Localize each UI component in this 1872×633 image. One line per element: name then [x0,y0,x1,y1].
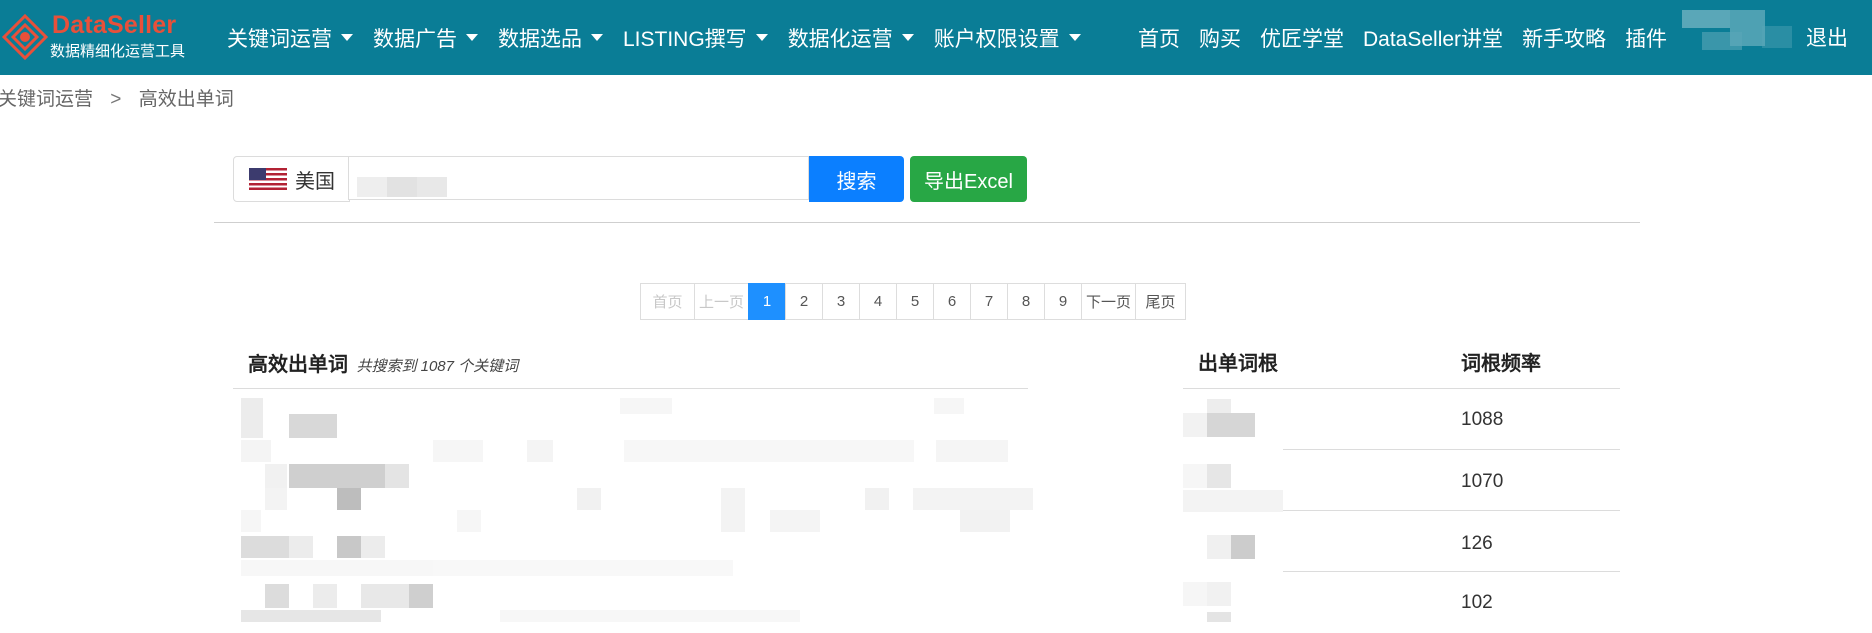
section-divider [214,222,1640,223]
main-menu: 关键词运营 数据广告 数据选品 LISTING撰写 数据化运营 账户权限设置 [227,0,1101,75]
brand-logo[interactable]: DataSeller 数据精细化运营工具 [0,8,185,68]
brand-tagline: 数据精细化运营工具 [50,43,186,60]
page-next[interactable]: 下一页 [1081,283,1136,320]
col-root-header: 出单词根 [1198,353,1278,375]
header-links: 首页 购买 优匠学堂 DataSeller讲堂 新手攻略 插件 [1138,0,1686,75]
menu-data-ads[interactable]: 数据广告 [373,23,478,53]
caret-down-icon [591,34,603,41]
breadcrumb: 关键词运营 > 高效出单词 [0,84,234,111]
menu-label: 数据化运营 [787,27,893,51]
page-3[interactable]: 3 [822,283,860,320]
menu-label: LISTING撰写 [623,27,747,51]
country-selector[interactable]: 美国 [233,156,350,202]
link-dataseller-lectures[interactable]: DataSeller讲堂 [1363,23,1503,53]
table-row: 102 [1183,572,1620,633]
table-row: 1088 [1183,389,1620,450]
page-first[interactable]: 首页 [640,283,695,320]
us-flag-icon [249,168,287,190]
page-1[interactable]: 1 [748,283,786,320]
brand-name: DataSeller [52,11,177,39]
country-label: 美国 [295,170,335,193]
breadcrumb-parent[interactable]: 关键词运营 [0,89,93,110]
caret-down-icon [341,34,353,41]
link-home[interactable]: 首页 [1138,23,1180,53]
link-buy[interactable]: 购买 [1199,23,1241,53]
keyword-search-input[interactable] [349,157,808,199]
page-6[interactable]: 6 [933,283,971,320]
results-count: 共搜索到 1087 个关键词 [356,358,519,375]
pagination: 首页 上一页 1 2 3 4 5 6 7 8 9 下一页 尾页 [640,283,1186,320]
user-account-redacted[interactable] [1682,10,1792,54]
menu-account-permissions[interactable]: 账户权限设置 [934,23,1081,53]
caret-down-icon [1068,34,1081,41]
menu-label: 数据选品 [498,27,582,51]
menu-label: 关键词运营 [227,27,332,51]
caret-down-icon [901,34,914,41]
menu-product-selection[interactable]: 数据选品 [498,23,603,53]
page-9[interactable]: 9 [1044,283,1082,320]
page-5[interactable]: 5 [896,283,934,320]
export-excel-button[interactable]: 导出Excel [910,156,1027,202]
root-frequency: 126 [1461,533,1493,554]
search-button[interactable]: 搜索 [809,156,904,202]
top-navbar: DataSeller 数据精细化运营工具 关键词运营 数据广告 数据选品 LIS… [0,0,1872,75]
page-7[interactable]: 7 [970,283,1008,320]
logout-link[interactable]: 退出 [1806,22,1848,52]
page-prev[interactable]: 上一页 [694,283,749,320]
table-row: 1070 [1183,450,1620,512]
root-frequency: 102 [1461,592,1493,613]
logo-mark-icon [1,13,49,61]
menu-keyword-ops[interactable]: 关键词运营 [227,23,353,53]
breadcrumb-current: 高效出单词 [138,89,234,110]
root-frequency: 1088 [1461,409,1504,430]
keyword-search-field[interactable] [348,156,809,200]
caret-down-icon [466,34,478,41]
menu-label: 账户权限设置 [933,27,1060,51]
root-frequency: 1070 [1461,471,1504,492]
page-8[interactable]: 8 [1007,283,1045,320]
table-row: 126 [1183,511,1620,572]
page-4[interactable]: 4 [859,283,897,320]
results-title: 高效出单词 [248,354,348,376]
link-beginner-guide[interactable]: 新手攻略 [1522,23,1606,53]
caret-down-icon [755,34,768,41]
menu-label: 数据广告 [373,27,457,51]
menu-listing-writing[interactable]: LISTING撰写 [623,23,768,53]
page-last[interactable]: 尾页 [1135,283,1186,320]
breadcrumb-separator: > [110,89,122,110]
link-academy[interactable]: 优匠学堂 [1260,23,1344,53]
results-header-rule [233,388,1028,389]
results-header: 高效出单词 共搜索到 1087 个关键词 [248,348,518,377]
menu-data-ops[interactable]: 数据化运营 [788,23,914,53]
page-2[interactable]: 2 [785,283,823,320]
link-plugin[interactable]: 插件 [1625,23,1667,53]
col-frequency-header: 词根频率 [1461,353,1541,375]
